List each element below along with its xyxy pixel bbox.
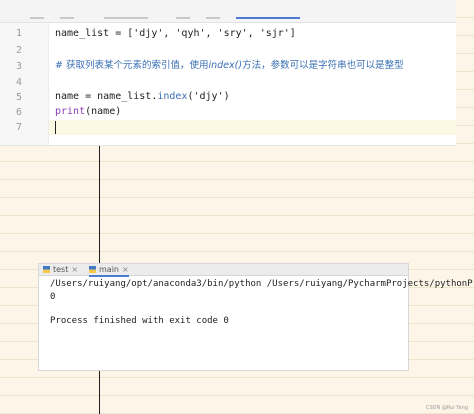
line-number: 3	[15, 61, 22, 72]
editor-tab-strip[interactable]	[0, 0, 456, 23]
console-output: 0	[50, 292, 56, 302]
python-run-icon	[43, 265, 50, 273]
python-run-icon	[89, 265, 96, 273]
line-number: 7	[15, 122, 22, 133]
comment-text: # 获取列表某个元素的索引值，使用	[55, 60, 209, 71]
editor-tab-indicator[interactable]	[60, 17, 74, 19]
code-editor[interactable]: 1 2 3 4 5 6 7 name_list = ['djy', 'qyh',…	[0, 0, 456, 146]
run-tab-bar: test × main ×	[39, 264, 408, 277]
close-icon[interactable]: ×	[71, 265, 78, 274]
editor-tab-active[interactable]	[236, 17, 300, 19]
comment-method: index()	[208, 60, 243, 71]
code-line-5[interactable]: name = name_list.index('djy')	[55, 90, 230, 104]
run-tab-label: test	[53, 265, 69, 274]
line-number: 6	[15, 107, 22, 118]
console-command-line: /Users/ruiyang/opt/anaconda3/bin/python …	[50, 279, 474, 289]
line-number-gutter: 1 2 3 4 5 6 7	[0, 23, 49, 145]
editor-tab-indicator[interactable]	[30, 17, 44, 19]
editor-tab-indicator[interactable]	[206, 17, 220, 19]
watermark: CSDN @Rui Yang	[425, 405, 468, 411]
run-tab-label: main	[99, 265, 119, 274]
code-line-6[interactable]: print(name)	[55, 105, 121, 119]
line-number: 2	[15, 45, 22, 56]
editor-tab-indicator[interactable]	[104, 17, 148, 19]
editor-tab-indicator[interactable]	[176, 17, 190, 19]
comment-text: 方法，参数可以是字符串也可以是整型	[242, 60, 404, 71]
text-caret	[55, 121, 56, 134]
console-exit-message: Process finished with exit code 0	[50, 316, 229, 326]
code-token: (name)	[85, 106, 122, 117]
line-number: 5	[15, 92, 22, 103]
current-line-highlight	[49, 120, 456, 135]
code-token: name = name_list.	[55, 91, 158, 102]
close-icon[interactable]: ×	[122, 265, 129, 274]
code-line-1[interactable]: name_list = ['djy', 'qyh', 'sry', 'sjr']	[55, 27, 296, 41]
code-token-method: index	[157, 91, 188, 102]
run-tab-main[interactable]: main ×	[89, 264, 129, 277]
code-line-3-comment[interactable]: # 获取列表某个元素的索引值，使用index()方法，参数可以是字符串也可以是整…	[55, 59, 404, 73]
run-tool-window[interactable]: test × main × /Users/ruiyang/opt/anaconda3…	[38, 263, 474, 371]
line-number: 1	[15, 28, 22, 39]
code-token-builtin: print	[55, 106, 86, 117]
line-number: 4	[15, 77, 22, 88]
run-tab-test[interactable]: test ×	[43, 264, 78, 275]
code-token: ('djy')	[187, 91, 230, 102]
